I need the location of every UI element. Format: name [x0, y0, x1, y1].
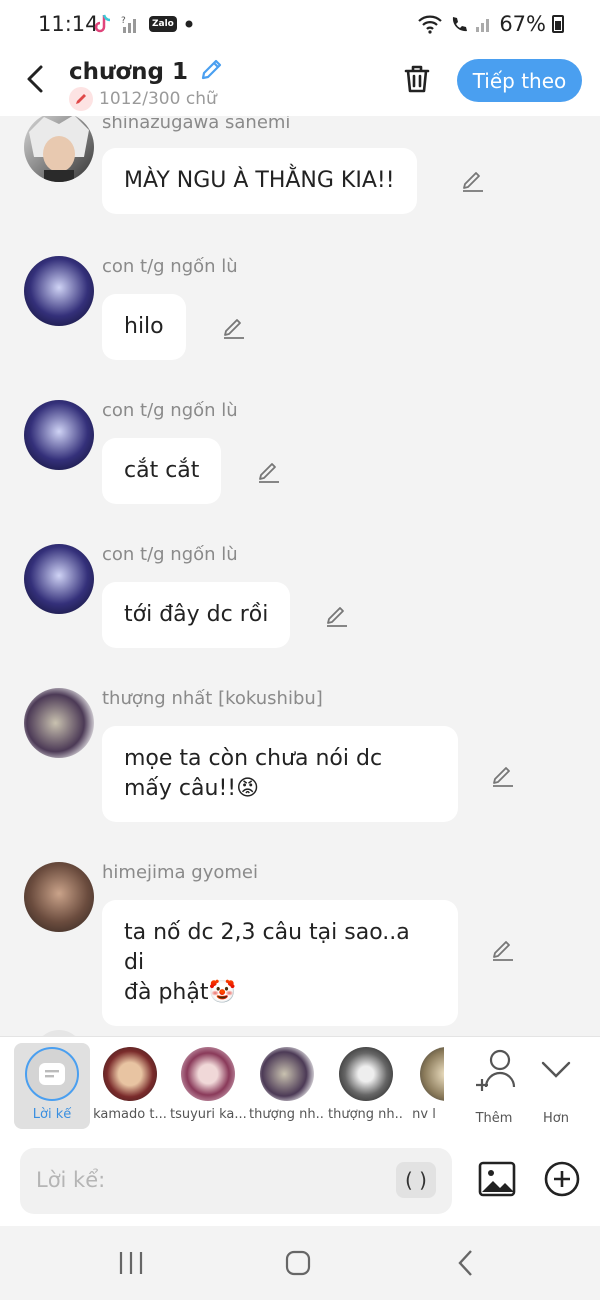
signal-icon [476, 19, 490, 32]
edit-message-icon[interactable] [324, 602, 350, 628]
character-label: tsuyuri ka... [170, 1107, 246, 1122]
signal-x-icon: ? [121, 16, 136, 33]
call-icon [453, 17, 468, 32]
character-label: thượng nh... [249, 1107, 325, 1122]
avatar[interactable] [24, 400, 94, 470]
narrator-icon [25, 1047, 79, 1101]
avatar [420, 1047, 444, 1101]
edit-message-icon[interactable] [490, 936, 516, 962]
edit-message-icon[interactable] [221, 314, 247, 340]
battery-percent: 67% [499, 12, 546, 36]
pencil-badge-icon [69, 87, 93, 111]
edit-message-icon[interactable] [460, 167, 486, 193]
status-icons: ? Zalo [93, 13, 193, 35]
dot-icon [185, 20, 193, 28]
character-label: Lời kể [32, 1107, 72, 1122]
zalo-icon: Zalo [149, 16, 177, 32]
message-bubble[interactable]: cắt cắt [102, 438, 222, 504]
message-input[interactable]: Lời kể: ( ) [20, 1148, 452, 1214]
status-bar: 11:14 ? Zalo 67% [0, 0, 600, 48]
editor-header: chương 1 1012/300 chữ Tiếp theo [0, 48, 600, 116]
character-name: himejima gyomei [102, 862, 259, 883]
chat-area: shinazugawa sanemi MÀY NGU À THẰNG KIA!!… [0, 116, 600, 1036]
input-bar: Lời kể: ( ) [0, 1136, 600, 1226]
recent-apps-icon[interactable] [117, 1250, 145, 1276]
back-arrow-icon[interactable] [22, 62, 52, 96]
character-option[interactable]: tsuyuri ka... [170, 1043, 246, 1122]
avatar[interactable] [24, 116, 94, 182]
input-placeholder: Lời kể: [36, 1168, 106, 1192]
character-name: con t/g ngốn lù [102, 256, 238, 277]
image-icon[interactable] [478, 1160, 516, 1198]
tiktok-icon [94, 14, 111, 33]
character-name: con t/g ngốn lù [102, 400, 238, 421]
avatar[interactable] [24, 544, 94, 614]
character-name: thượng nhất [kokushibu] [102, 688, 323, 709]
chapter-title-area: chương 1 1012/300 chữ [69, 56, 225, 111]
avatar[interactable] [24, 688, 94, 758]
edit-title-icon[interactable] [199, 56, 225, 82]
message-bubble[interactable]: mọe ta còn chưa nói dc mấy câu!!😡 [102, 726, 458, 822]
message-bubble[interactable]: ta nố dc 2,3 câu tại sao..a di đà phật🤡 [102, 900, 458, 1026]
character-narrator[interactable]: Lời kể [14, 1043, 90, 1129]
character-option[interactable]: thượng nh... [328, 1043, 404, 1122]
avatar[interactable] [24, 256, 94, 326]
wifi-icon [418, 15, 443, 34]
system-nav-bar [0, 1226, 600, 1300]
trash-icon[interactable] [400, 62, 434, 96]
chapter-title[interactable]: chương 1 [69, 59, 188, 85]
less-label: Hơn [543, 1111, 569, 1126]
character-name: con t/g ngốn lù [102, 544, 238, 565]
back-nav-icon[interactable] [456, 1248, 476, 1278]
character-name: shinazugawa sanemi [102, 116, 291, 133]
avatar [260, 1047, 314, 1101]
character-option[interactable]: thượng nh... [249, 1043, 325, 1122]
add-icon[interactable] [543, 1160, 581, 1198]
word-count: 1012/300 chữ [99, 89, 217, 109]
message-bubble[interactable]: MÀY NGU À THẰNG KIA!! [102, 148, 417, 214]
character-selector: Lời kể kamado t... tsuyuri ka... thượng … [0, 1036, 600, 1136]
svg-text:?: ? [121, 16, 126, 26]
character-label: thượng nh... [328, 1107, 404, 1122]
message-bubble[interactable]: hilo [102, 294, 186, 360]
status-right: 67% [417, 12, 564, 36]
character-label: nv l [412, 1107, 436, 1122]
battery-icon [552, 15, 564, 33]
avatar [181, 1047, 235, 1101]
add-user-icon [476, 1049, 516, 1091]
character-option[interactable]: nv l [404, 1043, 444, 1122]
avatar [103, 1047, 157, 1101]
next-button[interactable]: Tiếp theo [457, 59, 582, 102]
character-option[interactable]: kamado t... [92, 1043, 168, 1122]
edit-message-icon[interactable] [256, 458, 282, 484]
expand-button[interactable]: Hơn [518, 1043, 594, 1126]
parenthesis-button[interactable]: ( ) [396, 1162, 436, 1198]
message-bubble[interactable]: tới đây dc rồi [102, 582, 291, 648]
status-time: 11:14 [38, 12, 99, 36]
avatar [339, 1047, 393, 1101]
avatar[interactable] [24, 862, 94, 932]
character-label: kamado t... [93, 1107, 167, 1122]
edit-message-icon[interactable] [490, 762, 516, 788]
word-count-row: 1012/300 chữ [69, 87, 225, 111]
home-icon[interactable] [284, 1249, 312, 1277]
chevron-down-icon [541, 1061, 571, 1078]
